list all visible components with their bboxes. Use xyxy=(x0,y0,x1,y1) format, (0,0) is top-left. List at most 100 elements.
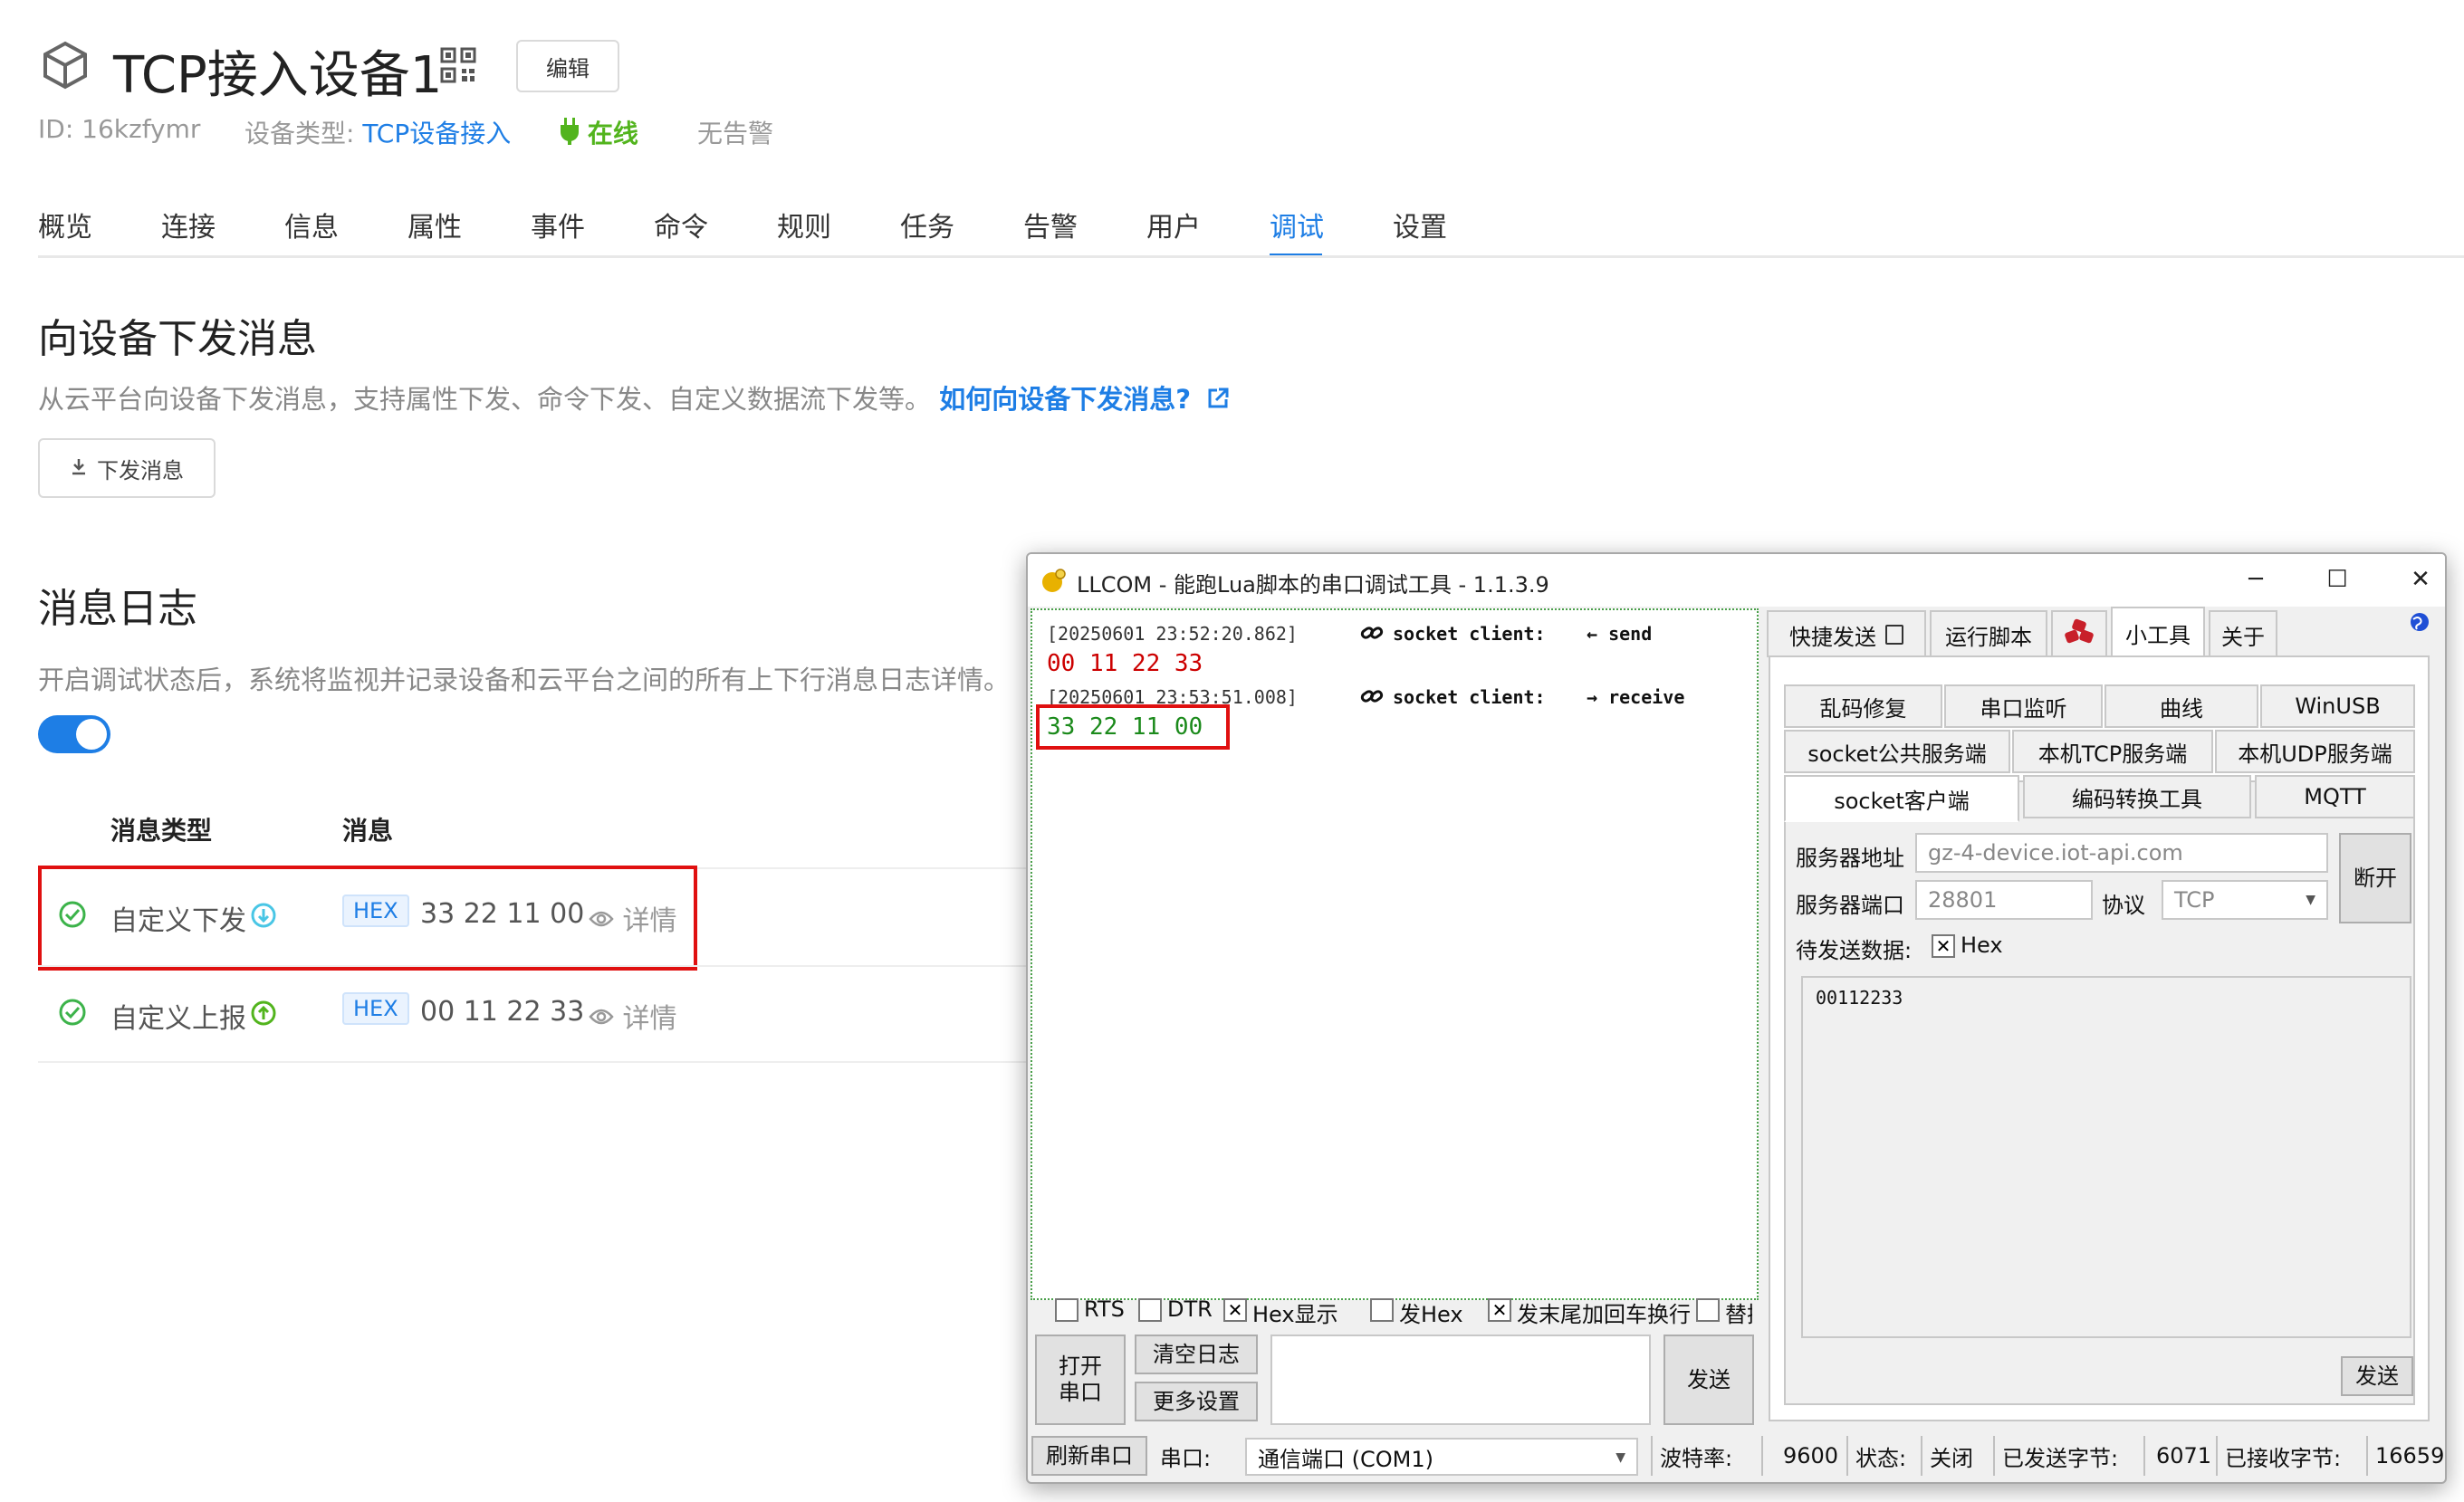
tab-tasks[interactable]: 任务 xyxy=(900,205,954,244)
tool-tab-mqtt[interactable]: MQTT xyxy=(2255,775,2415,818)
pending-data-label: 待发送数据: xyxy=(1796,938,1913,963)
tab-quick-send-label: 快捷发送 xyxy=(1789,624,1876,650)
tool-tab-local-tcp-server[interactable]: 本机TCP服务端 xyxy=(2012,730,2213,773)
panel-send-button[interactable]: 发送 xyxy=(2341,1356,2413,1396)
table-row: 自定义上报 HEX 00 11 22 33 详情 xyxy=(38,967,1027,1061)
send-message-button[interactable]: 下发消息 xyxy=(38,438,216,498)
tab-alarms[interactable]: 告警 xyxy=(1023,205,1078,244)
tab-rules[interactable]: 规则 xyxy=(777,205,831,244)
link-icon xyxy=(1360,623,1384,646)
send-section-desc-text: 从云平台向设备下发消息，支持属性下发、命令下发、自定义数据流下发等。 xyxy=(38,384,932,415)
device-type-label: 设备类型: xyxy=(244,119,355,148)
tool-tab-encoding-tool[interactable]: 编码转换工具 xyxy=(2023,775,2251,818)
toggle-knob xyxy=(76,719,107,750)
dtr-checkbox[interactable] xyxy=(1138,1298,1162,1322)
tab-debug[interactable]: 调试 xyxy=(1270,205,1324,244)
clear-log-button[interactable]: 清空日志 xyxy=(1135,1335,1258,1374)
send-hex-checkbox[interactable] xyxy=(1370,1298,1394,1322)
detail-link[interactable]: 详情 xyxy=(589,996,677,1036)
log-time: [20250601 23:52:20.862] xyxy=(1047,623,1298,645)
popout-icon xyxy=(1885,625,1903,645)
tool-tab-socket-client[interactable]: socket客户端 xyxy=(1784,775,2019,822)
tab-events[interactable]: 事件 xyxy=(531,205,585,244)
tool-tab-local-udp-server[interactable]: 本机UDP服务端 xyxy=(2215,730,2415,773)
send-button[interactable]: 发送 xyxy=(1663,1335,1754,1425)
dropdown-arrow-icon: ▼ xyxy=(2306,893,2315,907)
link-icon xyxy=(1360,686,1384,710)
status-separator xyxy=(1761,1436,1763,1476)
protocol-label: 协议 xyxy=(2102,893,2145,918)
tab-info[interactable]: 信息 xyxy=(284,205,339,244)
send-section-title: 向设备下发消息 xyxy=(38,316,317,362)
serial-log[interactable]: [20250601 23:52:20.862] socket client: ←… xyxy=(1031,608,1759,1300)
baud-label: 波特率: xyxy=(1660,1445,1733,1471)
tool-tab-socket-public-server[interactable]: socket公共服务端 xyxy=(1784,730,2010,773)
port-select[interactable]: 通信端口 (COM1) ▼ xyxy=(1245,1438,1638,1476)
more-settings-button[interactable]: 更多设置 xyxy=(1135,1382,1258,1421)
tab-plugin[interactable] xyxy=(2051,610,2107,657)
send-section-desc: 从云平台向设备下发消息，支持属性下发、命令下发、自定义数据流下发等。 如何向设备… xyxy=(38,378,1230,416)
disconnect-button[interactable]: 断开 xyxy=(2339,833,2411,923)
qr-code-icon[interactable] xyxy=(440,47,476,83)
dtr-label: DTR xyxy=(1167,1296,1213,1322)
tab-divider xyxy=(38,255,2464,258)
tab-connection[interactable]: 连接 xyxy=(161,205,216,244)
refresh-port-button[interactable]: 刷新串口 xyxy=(1031,1436,1147,1476)
protocol-select[interactable]: TCP ▼ xyxy=(2162,880,2328,920)
log-data: 00 11 22 33 xyxy=(1047,650,1203,677)
tool-tab-curve[interactable]: 曲线 xyxy=(2104,684,2258,728)
minimize-icon[interactable]: ─ xyxy=(2236,561,2276,598)
globe-icon[interactable] xyxy=(2410,612,2430,636)
col-message-type: 消息类型 xyxy=(110,816,213,846)
server-port-input[interactable]: 28801 xyxy=(1915,880,2093,920)
status-separator xyxy=(1993,1436,1995,1476)
baud-value: 9600 xyxy=(1783,1443,1839,1469)
debug-toggle[interactable] xyxy=(38,715,110,753)
tab-overview[interactable]: 概览 xyxy=(38,205,92,244)
tab-run-script[interactable]: 运行脚本 xyxy=(1930,610,2047,657)
check-circle-icon xyxy=(58,998,87,1030)
rts-checkbox[interactable] xyxy=(1055,1298,1079,1322)
send-help-link[interactable]: 如何向设备下发消息? xyxy=(939,384,1191,415)
hex-display-label: Hex显示 xyxy=(1252,1302,1338,1327)
replace-checkbox[interactable] xyxy=(1696,1298,1720,1322)
device-cube-icon xyxy=(40,40,91,91)
eye-icon xyxy=(589,1001,614,1033)
tab-users[interactable]: 用户 xyxy=(1146,205,1201,244)
log-direction: → receive xyxy=(1587,686,1685,708)
pending-data-textarea[interactable]: 00112233 xyxy=(1801,976,2411,1338)
tab-quick-send[interactable]: 快捷发送 xyxy=(1767,610,1926,657)
port-label: 串口: xyxy=(1160,1445,1212,1471)
hex-tag-text: HEX xyxy=(342,992,409,1025)
send-input[interactable] xyxy=(1270,1335,1651,1425)
crlf-checkbox[interactable]: ✕ xyxy=(1488,1298,1511,1322)
tab-properties[interactable]: 属性 xyxy=(407,205,462,244)
hex-display-checkbox[interactable]: ✕ xyxy=(1223,1298,1247,1322)
tool-tab-winusb[interactable]: WinUSB xyxy=(2260,684,2415,728)
device-type-link[interactable]: TCP设备接入 xyxy=(362,119,511,148)
download-icon xyxy=(70,455,88,481)
tool-tab-garbled-fix[interactable]: 乱码修复 xyxy=(1784,684,1942,728)
tab-about[interactable]: 关于 xyxy=(2209,610,2277,657)
hex-tag: HEX xyxy=(342,992,409,1025)
tab-settings[interactable]: 设置 xyxy=(1393,205,1447,244)
status-separator xyxy=(2366,1436,2368,1476)
tab-small-tools[interactable]: 小工具 xyxy=(2111,607,2205,657)
status-separator xyxy=(1651,1436,1653,1476)
recv-bytes-label: 已接收字节: xyxy=(2225,1445,2342,1471)
maximize-icon[interactable]: ☐ xyxy=(2317,561,2357,598)
log-source: socket client: xyxy=(1393,686,1546,708)
tool-tab-port-monitor[interactable]: 串口监听 xyxy=(1944,684,2103,728)
pending-hex-checkbox[interactable]: ✕ xyxy=(1932,934,1955,958)
open-port-button[interactable]: 打开 串口 xyxy=(1035,1335,1126,1425)
llcom-title-bar[interactable]: LLCOM - 能跑Lua脚本的串口调试工具 - 1.1.3.9 ─ ☐ ✕ xyxy=(1028,554,2445,607)
close-icon[interactable]: ✕ xyxy=(2401,561,2440,598)
option-row: RTS DTR ✕ Hex显示 发Hex ✕ 发末尾加回车换行 替换不 xyxy=(1055,1293,1752,1329)
llcom-title: LLCOM - 能跑Lua脚本的串口调试工具 - 1.1.3.9 xyxy=(1077,572,1549,598)
status-separator xyxy=(1846,1436,1848,1476)
server-address-input[interactable]: gz-4-device.iot-api.com xyxy=(1915,833,2328,873)
tab-commands[interactable]: 命令 xyxy=(654,205,708,244)
edit-button[interactable]: 编辑 xyxy=(516,40,619,92)
send-hex-label: 发Hex xyxy=(1399,1302,1463,1327)
external-link-icon[interactable] xyxy=(1206,386,1230,416)
